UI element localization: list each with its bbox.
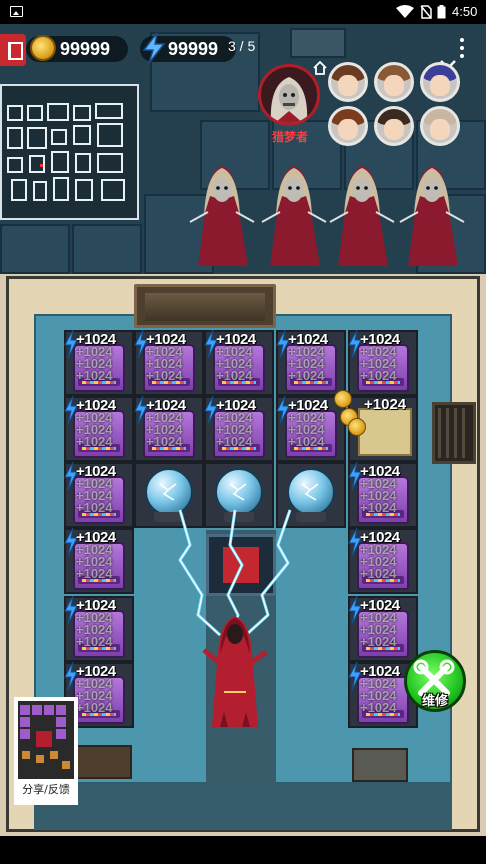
room-window <box>432 402 476 464</box>
dream-machine[interactable]: +1024 +1024 +1024 +1024 <box>64 396 134 462</box>
bonus-ghost-label: +1024 <box>146 434 183 449</box>
home-icon <box>313 60 327 75</box>
spark-icon <box>229 483 247 501</box>
dream-machine[interactable]: +1024 +1024 +1024 +1024 <box>204 330 274 396</box>
player-avatar-6 <box>420 106 460 146</box>
bonus-ghost-label: +1024 <box>216 434 253 449</box>
wifi-icon <box>396 5 414 18</box>
dream-hunter-avatar <box>258 64 320 126</box>
wave-indicator: 3 / 5 <box>228 38 256 54</box>
battery-icon <box>437 5 446 19</box>
bonus-ghost-label: +1024 <box>76 434 113 449</box>
dream-machine[interactable]: +1024 +1024 +1024 +1024 <box>134 330 204 396</box>
share-feedback-label: 分享/反馈 <box>16 781 76 797</box>
wall-painting <box>134 284 276 328</box>
player-avatar-5 <box>374 106 414 146</box>
player-avatar-3 <box>420 62 460 102</box>
floor-rug <box>352 748 408 782</box>
player-avatar-1 <box>328 62 368 102</box>
clock: 4:50 <box>452 4 478 19</box>
ghost-hunter-sprite <box>399 166 465 266</box>
bonus-ghost-label: +1024 <box>76 634 113 649</box>
bonus-ghost-label: +1024 <box>360 566 397 581</box>
bed-bonus-label: +1024 <box>364 396 407 413</box>
map-layout-icon <box>7 103 125 201</box>
dream-machine[interactable]: +1024 +1024 +1024 +1024 <box>276 396 346 462</box>
share-thumbnail <box>18 701 74 779</box>
dream-machine[interactable]: +1024 +1024 +1024 +1024 <box>64 528 134 594</box>
dream-machine[interactable]: +1024 +1024 +1024 +1024 <box>64 462 134 528</box>
dream-machine[interactable]: +1024 +1024 +1024 +1024 <box>348 528 418 594</box>
no-sim-icon <box>420 5 432 19</box>
dream-machine[interactable]: +1024 +1024 +1024 +1024 <box>134 396 204 462</box>
player-avatar-2 <box>374 62 414 102</box>
lightning-icon <box>142 32 166 64</box>
bonus-ghost-label: +1024 <box>288 368 325 383</box>
ghost-hunter-sprite <box>189 166 255 266</box>
game-screen: 4:50 99999 99999 3 / 5 猎梦者 +1024 +1024 +… <box>0 0 486 864</box>
dream-machine[interactable]: +1024 +1024 +1024 +1024 <box>204 396 274 462</box>
bonus-ghost-label: +1024 <box>76 700 113 715</box>
dream-machine[interactable]: +1024 +1024 +1024 +1024 <box>64 596 134 662</box>
dream-machine[interactable]: +1024 +1024 +1024 +1024 <box>64 330 134 396</box>
bonus-ghost-label: +1024 <box>360 500 397 515</box>
bonus-ghost-label: +1024 <box>288 434 325 449</box>
dream-hunter-sprite <box>202 616 268 727</box>
coin-icon <box>348 418 366 436</box>
spark-icon <box>301 483 319 501</box>
exit-button[interactable] <box>0 34 26 66</box>
bonus-ghost-label: +1024 <box>76 500 113 515</box>
bonus-ghost-label: +1024 <box>76 368 113 383</box>
image-notification-icon <box>10 6 23 17</box>
bonus-ghost-label: +1024 <box>216 368 253 383</box>
mini-map[interactable] <box>0 84 139 220</box>
bonus-ghost-label: +1024 <box>360 368 397 383</box>
repair-label: 维修 <box>421 694 448 709</box>
bonus-ghost-label: +1024 <box>76 566 113 581</box>
dream-hunter-label: 猎梦者 <box>271 130 308 144</box>
floor-rug <box>76 745 132 779</box>
ghost-hunter-sprite <box>261 166 327 266</box>
bonus-ghost-label: +1024 <box>360 634 397 649</box>
ghost-hunter-sprite <box>329 166 395 266</box>
bonus-ghost-label: +1024 <box>146 368 183 383</box>
more-menu-button[interactable] <box>454 36 470 60</box>
dream-machine[interactable]: +1024 +1024 +1024 +1024 <box>348 330 418 396</box>
share-feedback-widget[interactable]: 分享/反馈 <box>14 697 78 805</box>
coin-icon <box>334 390 352 408</box>
energy-counter: 99999 <box>140 32 236 64</box>
coin-value: 99999 <box>60 39 111 59</box>
status-bar: 4:50 <box>0 0 486 24</box>
coin-icon <box>30 35 56 61</box>
energy-value: 99999 <box>168 39 219 59</box>
navigation-bar <box>0 836 486 864</box>
player-avatar-4 <box>328 106 368 146</box>
bed[interactable]: +1024 <box>334 390 420 462</box>
bonus-ghost-label: +1024 <box>360 700 397 715</box>
coin-counter: 99999 <box>26 35 128 62</box>
dream-machine[interactable]: +1024 +1024 +1024 +1024 <box>276 330 346 396</box>
spark-icon <box>159 483 177 501</box>
dream-machine[interactable]: +1024 +1024 +1024 +1024 <box>348 462 418 528</box>
